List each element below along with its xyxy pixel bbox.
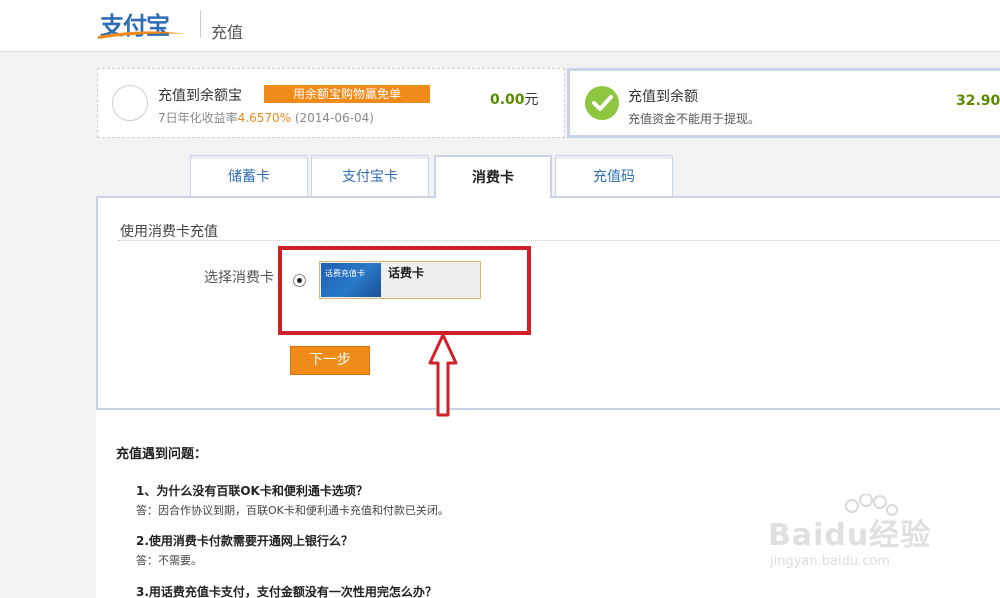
logo-swoosh-icon <box>98 31 186 39</box>
watermark-brand: Baidu经验 <box>768 518 932 553</box>
balance-amount-value: 32.90 <box>956 93 1000 109</box>
tab-alipay-card[interactable]: 支付宝卡 <box>311 155 429 197</box>
yield-date: (2014-06-04) <box>291 111 374 125</box>
header-divider <box>200 10 201 38</box>
yuebao-yield-text: 7日年化收益率4.6570% (2014-06-04) <box>158 109 374 126</box>
balance-amount: 32.90元 <box>956 90 1000 110</box>
balance-title: 充值到余额 <box>628 89 698 105</box>
select-card-label: 选择消费卡 <box>204 270 274 286</box>
yuebao-amount-unit: 元 <box>524 92 539 108</box>
tab-recharge-code[interactable]: 充值码 <box>555 155 673 197</box>
alipay-logo[interactable]: 支付宝 <box>96 4 192 42</box>
divider <box>118 240 1000 241</box>
yuebao-promo-badge[interactable]: 用余额宝购物赢免单 <box>264 85 430 103</box>
faq-question: 2.使用消费卡付款需要开通网上银行么？ <box>136 534 353 548</box>
header: 支付宝 充值 <box>0 0 1000 52</box>
balance-subtitle: 充值资金不能用于提现。 <box>628 112 761 126</box>
red-highlight-box <box>278 246 531 335</box>
watermark-url: jingyan.baidu.com <box>770 554 890 569</box>
faq-answer: 答：因合作协议到期，百联OK卡和便利通卡充值和付款已关闭。 <box>136 504 449 517</box>
faq-answer: 答：不需要。 <box>136 554 202 567</box>
up-arrow-icon <box>428 333 458 417</box>
check-icon <box>585 86 619 120</box>
page-title: 充值 <box>211 23 244 42</box>
unselected-circle-icon <box>112 85 148 121</box>
recharge-to-balance-option[interactable]: 充值到余额 充值资金不能用于提现。 32.90元 <box>567 68 1000 138</box>
tab-debit-card[interactable]: 储蓄卡 <box>190 155 308 197</box>
yuebao-amount: 0.00元 <box>490 89 539 109</box>
recharge-to-yuebao-option[interactable]: 充值到余额宝 用余额宝购物赢免单 7日年化收益率4.6570% (2014-06… <box>97 68 565 138</box>
faq-title: 充值遇到问题： <box>116 447 208 462</box>
tab-consumer-card[interactable]: 消费卡 <box>434 155 552 198</box>
yuebao-amount-value: 0.00 <box>490 92 525 108</box>
yuebao-title: 充值到余额宝 <box>158 88 242 104</box>
baidu-jingyan-watermark: Baidu经验 jingyan.baidu.com <box>768 494 988 580</box>
yield-rate: 4.6570% <box>237 111 292 125</box>
panel-heading: 使用消费卡充值 <box>120 224 218 240</box>
next-step-button[interactable]: 下一步 <box>290 346 370 375</box>
consumer-card-panel: 使用消费卡充值 选择消费卡 话费充值卡 话费卡 下一步 <box>96 196 1000 410</box>
faq-question: 1、为什么没有百联OK卡和便利通卡选项？ <box>136 484 368 498</box>
yield-label: 7日年化收益率 <box>158 111 238 125</box>
faq-question: 3.用话费充值卡支付，支付金额没有一次性用完怎么办？ <box>136 585 437 598</box>
